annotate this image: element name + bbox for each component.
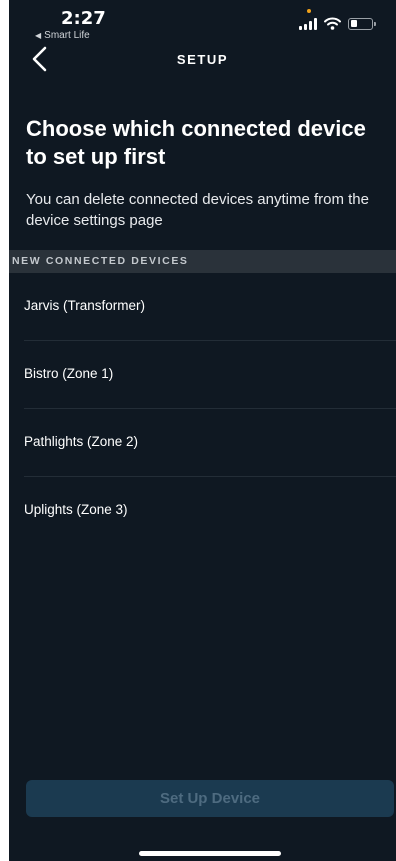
signal-icon bbox=[299, 17, 317, 30]
section-header: NEW CONNECTED DEVICES bbox=[9, 250, 396, 273]
device-list: Jarvis (Transformer) Bistro (Zone 1) Pat… bbox=[9, 273, 396, 545]
device-label: Bistro (Zone 1) bbox=[24, 366, 114, 381]
phone-screen: 2:27 ◀ Smart Life SETUP Choose which con… bbox=[9, 0, 396, 861]
device-label: Pathlights (Zone 2) bbox=[24, 434, 139, 449]
header-title: SETUP bbox=[176, 52, 229, 67]
status-icons bbox=[299, 17, 376, 30]
device-label: Uplights (Zone 3) bbox=[24, 502, 128, 517]
battery-icon bbox=[348, 17, 376, 30]
home-indicator[interactable] bbox=[139, 851, 281, 856]
status-time: 2:27 bbox=[61, 8, 106, 29]
set-up-device-button[interactable]: Set Up Device bbox=[26, 780, 394, 817]
device-item-jarvis[interactable]: Jarvis (Transformer) bbox=[24, 273, 396, 341]
device-item-bistro[interactable]: Bistro (Zone 1) bbox=[24, 341, 396, 409]
device-item-uplights[interactable]: Uplights (Zone 3) bbox=[24, 477, 396, 545]
recording-indicator-icon bbox=[307, 9, 311, 13]
wifi-icon bbox=[324, 17, 341, 30]
back-to-app-label: Smart Life bbox=[44, 30, 90, 41]
page-title: Choose which connected device to set up … bbox=[26, 116, 366, 169]
device-label: Jarvis (Transformer) bbox=[24, 298, 146, 313]
back-triangle-icon: ◀ bbox=[35, 31, 42, 40]
device-item-pathlights[interactable]: Pathlights (Zone 2) bbox=[24, 409, 396, 477]
back-to-app-link[interactable]: ◀ Smart Life bbox=[35, 30, 90, 41]
page-subtitle: You can delete connected devices anytime… bbox=[26, 191, 369, 229]
